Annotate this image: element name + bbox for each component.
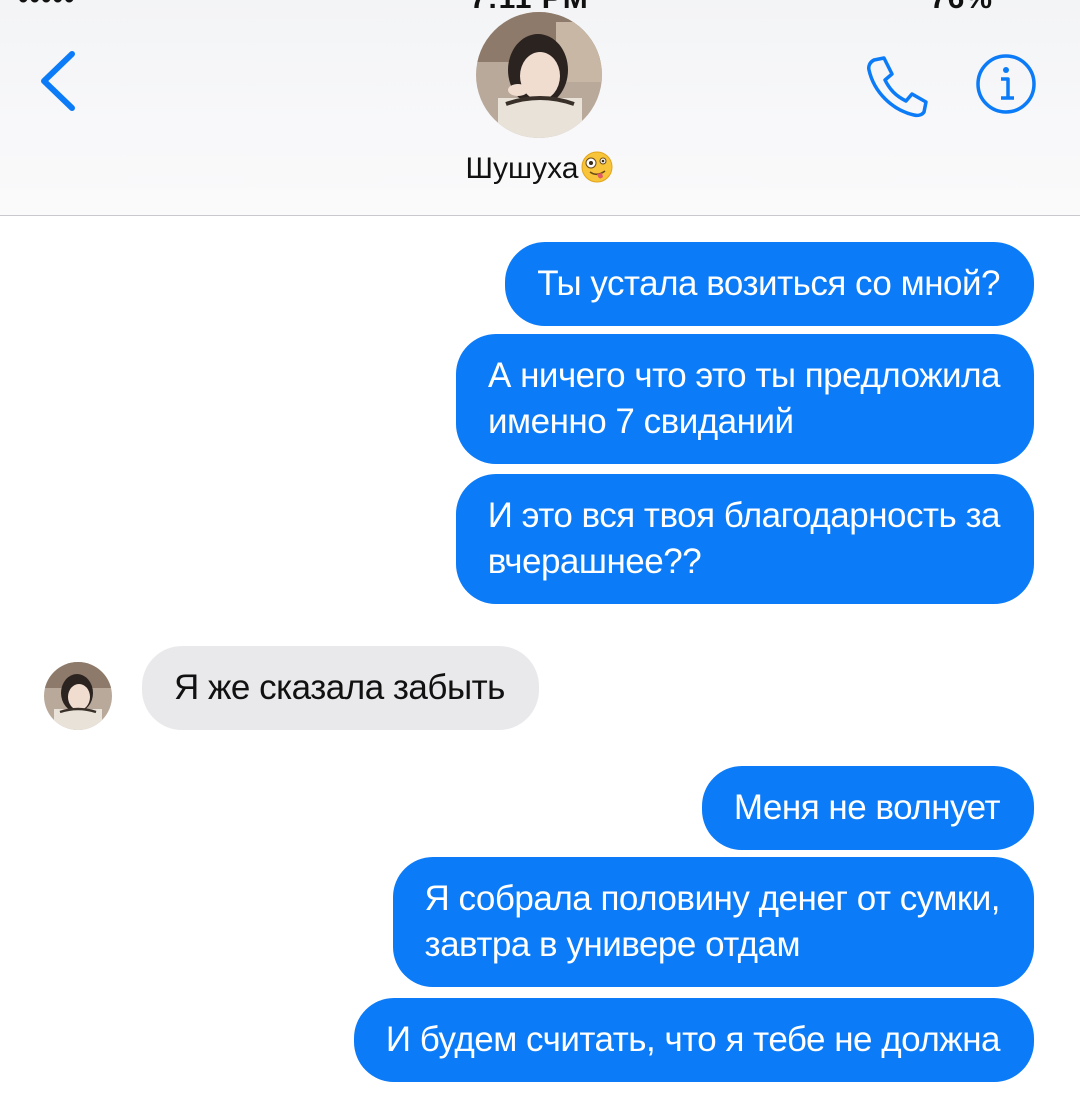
conversation-header: ••••• 7:11 PM 76% Шушуха: [0, 0, 1080, 216]
phone-icon: [867, 56, 928, 118]
contact-avatar[interactable]: [476, 12, 602, 138]
contact-name-row[interactable]: Шушуха: [0, 150, 1080, 186]
received-message-bubble[interactable]: Я же сказала забыть: [142, 646, 539, 730]
zany-face-emoji: [581, 151, 613, 183]
sent-message-bubble[interactable]: Меня не волнует: [701, 766, 1034, 850]
call-button[interactable]: [862, 52, 932, 118]
signal-indicator: •••••: [18, 0, 76, 16]
chevron-left-icon: [41, 51, 75, 111]
contact-name: Шушуха: [465, 152, 579, 185]
battery-percent: 76%: [930, 0, 993, 16]
sent-message-bubble[interactable]: Ты устала возиться со мной?: [505, 242, 1034, 326]
sent-message-bubble[interactable]: А ничего что это ты предложила именно 7 …: [456, 334, 1034, 464]
back-button[interactable]: [28, 44, 92, 118]
sent-message-bubble[interactable]: И будем считать, что я тебе не должна: [353, 998, 1034, 1082]
sender-avatar[interactable]: [44, 662, 112, 730]
info-button[interactable]: [974, 52, 1038, 116]
sent-message-bubble[interactable]: Я собрала половину денег от сумки, завтр…: [392, 857, 1034, 987]
avatar-photo: [44, 662, 112, 730]
sent-message-bubble[interactable]: И это вся твоя благодарность за вчерашне…: [455, 474, 1034, 604]
info-icon: [976, 54, 1036, 114]
avatar-photo: [476, 12, 602, 138]
